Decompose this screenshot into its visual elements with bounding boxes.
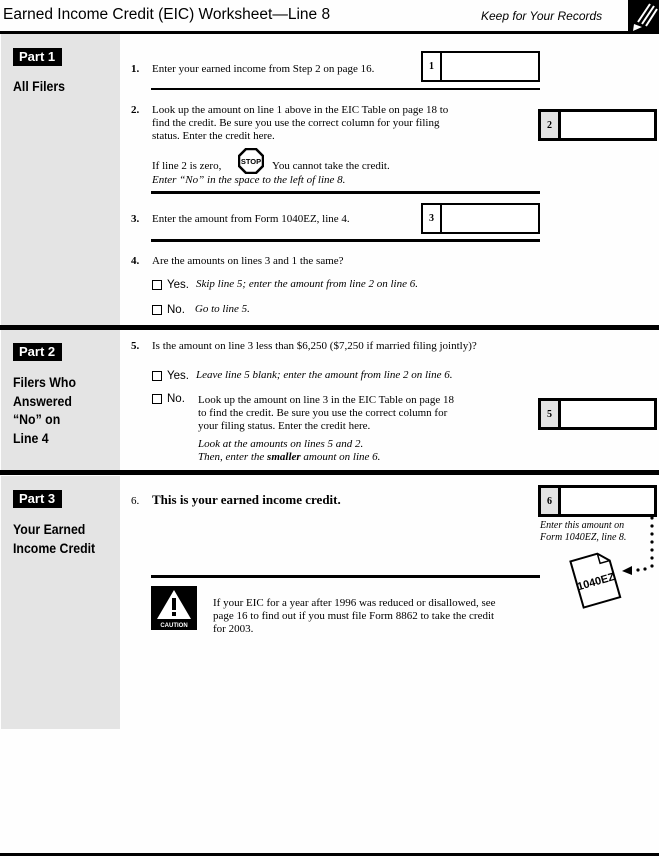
line5-no-instruction: Look up the amount on line 3 in the EIC … — [198, 394, 454, 433]
line5-no-text-line: Look up the amount on line 3 in the EIC … — [198, 394, 454, 406]
line4-text: Are the amounts on lines 3 and 1 the sam… — [152, 255, 344, 267]
transfer-note-line: Enter this amount on — [540, 520, 625, 531]
line3-entry-box[interactable]: 3 — [421, 203, 540, 234]
line5-no-text-line: your filing status. Enter the credit her… — [198, 420, 371, 432]
line2-amount-input[interactable] — [560, 112, 654, 138]
line-divider — [151, 575, 540, 578]
line5-yes-checkbox[interactable] — [152, 370, 162, 381]
part3-badge: Part 3 — [13, 490, 63, 508]
note-emphasis: smaller — [267, 451, 301, 463]
part2-title-line: Answered — [13, 392, 72, 409]
part2-badge: Part 2 — [13, 343, 63, 361]
part1-title: All Filers — [13, 77, 65, 96]
line2-entry-box[interactable]: 2 — [538, 109, 657, 141]
svg-text:STOP: STOP — [241, 157, 261, 166]
line5-text: Is the amount on line 3 less than $6,250… — [152, 340, 477, 352]
line6-entry-box[interactable]: 6 — [538, 485, 657, 517]
line4-no-checkbox[interactable] — [152, 304, 162, 315]
line6-text: This is your earned income credit. — [152, 492, 341, 507]
line4-no-instruction: Go to line 5. — [194, 303, 250, 315]
page-title: Earned Income Credit (EIC) Worksheet—Lin… — [3, 6, 331, 23]
line2-text: Look up the amount on line 1 above in th… — [152, 104, 448, 143]
line5-entry-box[interactable]: 5 — [538, 398, 657, 430]
svg-text:CAUTION: CAUTION — [160, 623, 187, 629]
line2-text-line: status. Enter the credit here. — [152, 130, 275, 142]
line3-text: Enter the amount from Form 1040EZ, line … — [152, 213, 350, 225]
stop-prefix: If line 2 is zero, — [152, 160, 222, 172]
line2-text-line: find the credit. Be sure you use the cor… — [152, 117, 440, 129]
caution-icon: CAUTION — [151, 586, 197, 630]
line1-box-label: 1 — [423, 53, 442, 80]
line3-number: 3. — [131, 213, 140, 225]
part2-title-line: “No” on — [13, 411, 61, 427]
part1-badge: Part 1 — [13, 48, 63, 66]
note-text: Then, enter the — [198, 451, 268, 463]
line2-text-line: Look up the amount on line 1 above in th… — [152, 104, 449, 116]
line3-amount-input[interactable] — [442, 205, 538, 232]
line1-entry-box[interactable]: 1 — [421, 51, 540, 82]
line-divider — [151, 191, 540, 194]
part3-sidebar — [1, 476, 120, 729]
line4-number: 4. — [131, 255, 140, 267]
line4-no-option[interactable]: No. Go to line 5. — [152, 303, 250, 316]
part2-title: Filers Who Answered “No” on Line 4 — [13, 373, 76, 447]
line4-yes-instruction: Skip line 5; enter the amount from line … — [195, 278, 418, 290]
part3-title-line: Your Earned — [13, 521, 86, 537]
line5-note: Look at the amounts on lines 5 and 2. Th… — [198, 438, 380, 464]
line5-no-label: No. — [167, 393, 185, 405]
part2-title-line: Line 4 — [13, 429, 49, 446]
line5-amount-input[interactable] — [560, 401, 654, 427]
line2-number: 2. — [131, 104, 140, 116]
line4-yes-checkbox[interactable] — [152, 279, 162, 290]
line-divider — [151, 239, 540, 242]
caution-text: If your EIC for a year after 1996 was re… — [213, 597, 496, 636]
line6-number: 6. — [131, 495, 140, 507]
line6-box-label: 6 — [541, 488, 561, 514]
line2-box-label: 2 — [541, 112, 561, 138]
line5-note-line: Then, enter the smaller amount on line 6… — [198, 451, 380, 464]
form-1040ez-icon: 1040EZ — [568, 547, 624, 609]
line1-text: Enter your earned income from Step 2 on … — [152, 63, 375, 75]
transfer-note-line: Form 1040EZ, line 8. — [540, 532, 627, 543]
line5-yes-instruction: Leave line 5 blank; enter the amount fro… — [195, 369, 453, 381]
stop-instruction: Enter “No” in the space to the left of l… — [152, 174, 346, 186]
dotted-arrow-icon — [618, 515, 658, 575]
line5-box-label: 5 — [541, 401, 561, 427]
line4-yes-option[interactable]: Yes. Skip line 5; enter the amount from … — [152, 278, 418, 291]
part2-title-line: Filers Who — [13, 374, 76, 390]
line5-no-option[interactable]: No. — [152, 393, 185, 405]
line5-no-text-line: to find the credit. Be sure you use the … — [198, 407, 448, 419]
line5-yes-label: Yes. — [167, 369, 189, 382]
line6-transfer-note: Enter this amount on Form 1040EZ, line 8… — [540, 520, 626, 544]
footer-rule — [0, 853, 659, 856]
part-divider — [0, 325, 659, 330]
line5-note-line: Look at the amounts on lines 5 and 2. — [198, 438, 364, 450]
line1-number: 1. — [131, 63, 140, 75]
part3-title: Your Earned Income Credit — [13, 520, 95, 557]
line3-box-label: 3 — [423, 205, 442, 232]
part-divider — [0, 470, 659, 475]
line4-yes-label: Yes. — [167, 278, 189, 291]
part3-title-line: Income Credit — [13, 539, 96, 556]
line6-amount-input[interactable] — [560, 488, 654, 514]
note-text: amount on line 6. — [300, 451, 381, 463]
caution-text-line: If your EIC for a year after 1996 was re… — [213, 597, 496, 609]
caution-text-line: page 16 to find out if you must file For… — [213, 610, 495, 622]
caution-text-line: for 2003. — [213, 623, 254, 635]
line-divider — [151, 88, 540, 90]
line5-yes-option[interactable]: Yes. Leave line 5 blank; enter the amoun… — [152, 369, 452, 382]
line4-no-label: No. — [167, 303, 185, 316]
line5-no-checkbox[interactable] — [152, 394, 162, 404]
keep-for-records-note: Keep for Your Records — [481, 9, 603, 23]
part1-title-line: All Filers — [13, 78, 66, 94]
pencil-icon — [628, 0, 659, 32]
line5-number: 5. — [131, 340, 140, 352]
stop-sign-icon: STOP — [237, 147, 265, 175]
line1-amount-input[interactable] — [442, 53, 538, 80]
stop-suffix: You cannot take the credit. — [272, 160, 390, 172]
